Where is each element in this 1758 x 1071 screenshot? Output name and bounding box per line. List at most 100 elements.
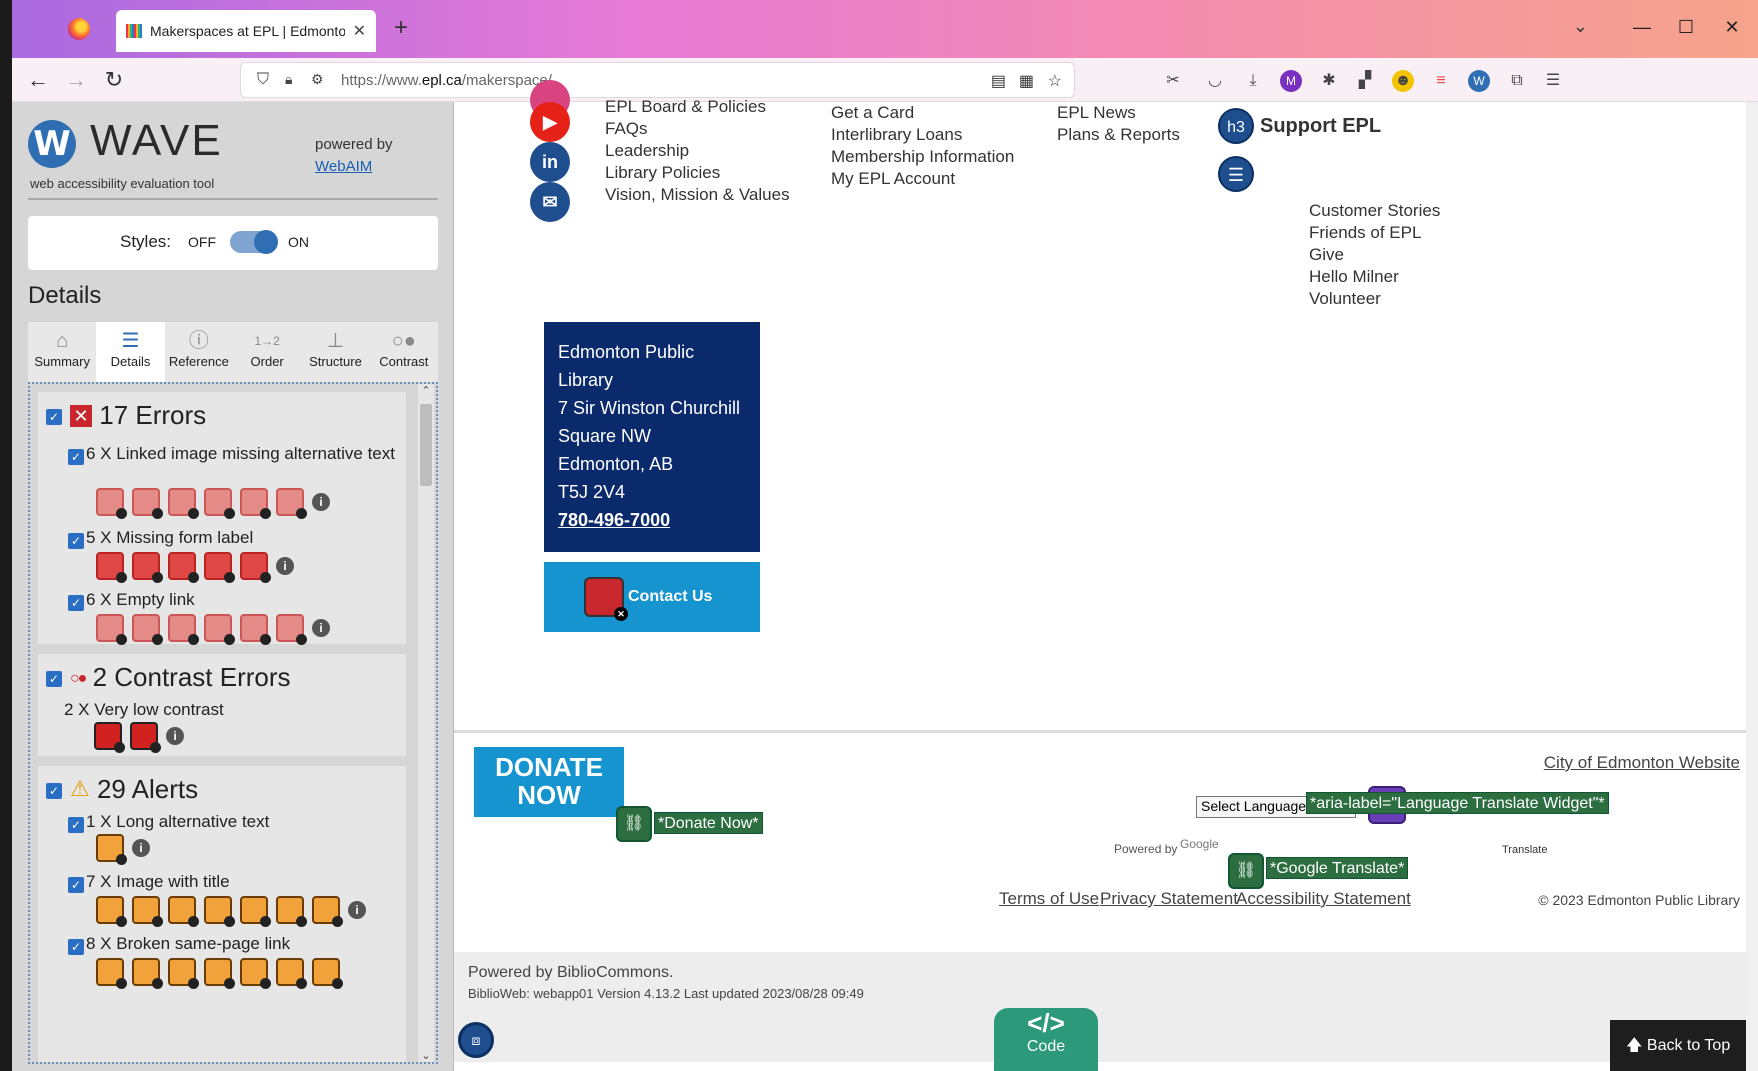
download-icon[interactable]: ⤓ (1242, 70, 1264, 92)
page-scrollbar[interactable] (1746, 102, 1758, 1071)
wave-extension-icon[interactable]: W (1468, 70, 1490, 92)
link-interlibrary[interactable]: Interlibrary Loans (831, 124, 1014, 146)
broken-link-alert-icon[interactable] (132, 958, 163, 989)
extension-stripes-icon[interactable]: ≡ (1430, 70, 1452, 92)
broken-link-alert-icon[interactable] (204, 958, 235, 989)
tab-list-chevron-icon[interactable]: ⌄ (1573, 16, 1588, 37)
qr-code-icon[interactable]: ▦ (1019, 71, 1034, 91)
donate-now-button[interactable]: DONATE NOW (474, 747, 624, 817)
long-alt-alert-icon[interactable] (96, 834, 127, 865)
alert-item-broken-link[interactable]: ✓ 8 X Broken same-page link (68, 932, 408, 956)
alert-item-image-title[interactable]: ✓ 7 X Image with title (68, 870, 408, 894)
link-epl-news[interactable]: EPL News (1057, 102, 1180, 124)
info-icon[interactable]: i (348, 901, 366, 919)
link-faqs[interactable]: FAQs (605, 118, 790, 140)
link-plans-reports[interactable]: Plans & Reports (1057, 124, 1180, 146)
broken-link-alert-icon[interactable] (168, 958, 199, 989)
link-get-card[interactable]: Get a Card (831, 102, 1014, 124)
tab-summary[interactable]: ⌂ Summary (28, 322, 96, 382)
image-title-alert-icon[interactable] (204, 896, 235, 927)
extension-m-icon[interactable]: M (1280, 70, 1302, 92)
translate-link[interactable]: Translate (1502, 844, 1547, 856)
form-label-error-icon[interactable] (168, 552, 199, 583)
permissions-icon[interactable]: ⚙ (311, 71, 324, 88)
terms-of-use-link[interactable]: Terms of Use (999, 889, 1099, 909)
webaim-link[interactable]: WebAIM (315, 158, 372, 175)
link-membership[interactable]: Membership Information (831, 146, 1014, 168)
tab-structure[interactable]: ⊥ Structure (301, 322, 369, 382)
image-title-alert-icon[interactable] (168, 896, 199, 927)
extension-puzzle-icon[interactable]: ✱ (1318, 70, 1340, 92)
image-title-alert-icon[interactable] (312, 896, 343, 927)
panel-scrollbar[interactable]: ⌃ ⌄ (418, 384, 434, 1062)
skip-link-icon[interactable]: ⧈ (458, 1022, 494, 1058)
alert-item-long-alt[interactable]: ✓ 1 X Long alternative text (68, 810, 408, 834)
link-volunteer[interactable]: Volunteer (1309, 288, 1440, 310)
screenshot-icon[interactable]: ✂ (1162, 70, 1184, 92)
contrast-error-icon[interactable] (130, 722, 161, 753)
errors-title[interactable]: ✓ ✕ 17 Errors (46, 400, 206, 431)
city-of-edmonton-link[interactable]: City of Edmonton Website (1544, 753, 1740, 773)
broken-link-alert-icon[interactable] (240, 958, 271, 989)
close-window-icon[interactable]: ✕ (1712, 12, 1752, 42)
youtube-icon[interactable]: ▶ (530, 102, 570, 142)
info-icon[interactable]: i (132, 839, 150, 857)
link-give[interactable]: Give (1309, 244, 1440, 266)
contrast-error-icon[interactable] (94, 722, 125, 753)
reload-icon[interactable]: ↻ (100, 66, 128, 94)
broken-link-alert-icon[interactable] (96, 958, 127, 989)
link-icon[interactable]: ⛓ (1228, 853, 1264, 889)
contrast-item-very-low[interactable]: 2 X Very low contrast (64, 698, 404, 722)
empty-link-error-icon[interactable] (204, 614, 235, 645)
contact-us-button[interactable]: Contact Us (544, 562, 760, 632)
link-leadership[interactable]: Leadership (605, 140, 790, 162)
image-title-alert-icon[interactable] (240, 896, 271, 927)
link-icon[interactable]: ⛓ (616, 806, 652, 842)
link-my-account[interactable]: My EPL Account (831, 168, 1014, 190)
forward-icon[interactable]: → (62, 66, 90, 94)
link-customer-stories[interactable]: Customer Stories (1309, 200, 1440, 222)
info-icon[interactable]: i (276, 557, 294, 575)
list-structure-icon[interactable]: ☰ (1218, 156, 1254, 192)
link-library-policies[interactable]: Library Policies (605, 162, 790, 184)
form-label-error-icon[interactable] (204, 552, 235, 583)
phone-link[interactable]: 780-496-7000 (558, 506, 746, 534)
reader-view-icon[interactable]: ▤ (991, 71, 1006, 91)
h3-icon[interactable]: h3 (1218, 108, 1254, 144)
code-toggle-button[interactable]: </> Code (994, 1008, 1098, 1071)
bookmark-star-icon[interactable]: ☆ (1048, 71, 1062, 91)
tab-reference[interactable]: ⓘ Reference (165, 322, 233, 382)
scroll-up-icon[interactable]: ⌃ (418, 384, 434, 397)
minimize-icon[interactable]: — (1622, 12, 1662, 42)
firefox-icon[interactable] (68, 18, 90, 40)
form-label-error-icon[interactable] (240, 552, 271, 583)
styles-toggle[interactable] (230, 230, 278, 254)
linkedin-icon[interactable]: in (530, 142, 570, 182)
alerts-title[interactable]: ✓ ⚠ 29 Alerts (46, 774, 198, 805)
linked-image-error-icon[interactable] (96, 488, 127, 519)
form-label-error-icon[interactable] (96, 552, 127, 583)
tab-contrast[interactable]: ○● Contrast (370, 322, 438, 382)
info-icon[interactable]: i (312, 493, 330, 511)
tab-details[interactable]: ☰ Details (96, 322, 165, 382)
broken-link-alert-icon[interactable] (276, 958, 307, 989)
linked-image-error-icon[interactable] (276, 488, 307, 519)
errors-checkbox[interactable]: ✓ (46, 409, 62, 426)
linked-image-error-icon[interactable] (240, 488, 271, 519)
menu-icon[interactable]: ☰ (1542, 70, 1564, 92)
url-bar[interactable]: ⛉ 🔒︎ ⚙ https://www.epl.ca/makerspace/ ▤ … (240, 62, 1075, 98)
empty-link-error-icon[interactable] (276, 614, 307, 645)
accessibility-statement-link[interactable]: Accessibility Statement (1236, 889, 1411, 909)
linked-image-error-icon[interactable] (132, 488, 163, 519)
extension-face-icon[interactable]: ☻ (1392, 70, 1414, 92)
link-board-policies[interactable]: EPL Board & Policies (605, 96, 790, 118)
contrast-title[interactable]: ✓ ○● 2 Contrast Errors (46, 662, 291, 693)
new-tab-button[interactable]: + (387, 14, 415, 42)
url-text[interactable]: https://www.epl.ca/makerspace/ (341, 72, 552, 89)
empty-link-error-icon[interactable] (240, 614, 271, 645)
image-title-alert-icon[interactable] (96, 896, 127, 927)
link-vision[interactable]: Vision, Mission & Values (605, 184, 790, 206)
email-icon[interactable]: ✉ (530, 182, 570, 222)
contact-error-icon[interactable] (584, 577, 628, 621)
info-icon[interactable]: i (312, 619, 330, 637)
